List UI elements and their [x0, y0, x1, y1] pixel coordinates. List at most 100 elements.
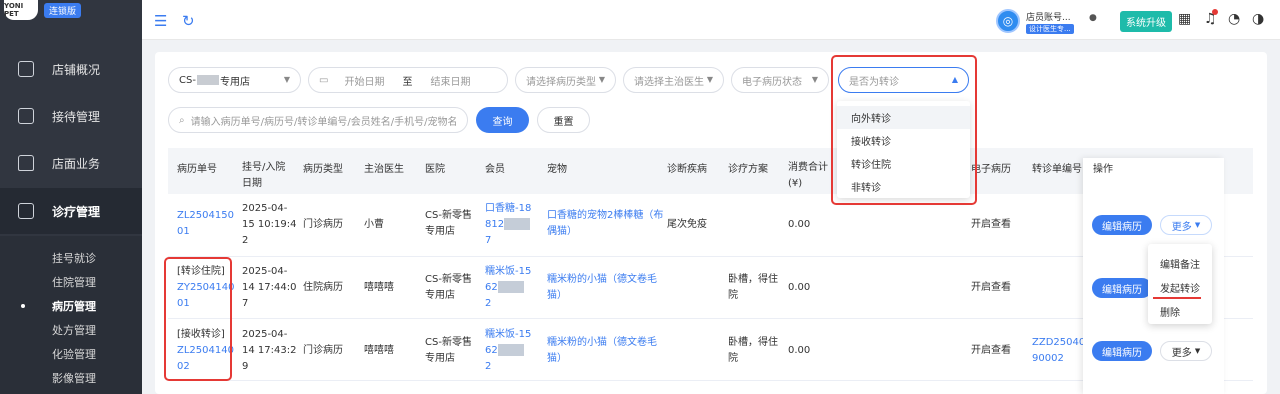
hospital: CS-新零售 专用店 — [425, 210, 472, 237]
chevron-down-icon: ▼ — [598, 75, 605, 84]
chevron-down-icon: ▼ — [706, 75, 713, 84]
edit-note-option[interactable]: 编辑备注 — [1160, 256, 1200, 271]
cost: 0.00 — [788, 282, 811, 293]
diagnosis: 尾次免疫 — [667, 219, 707, 230]
pet-link[interactable]: 口香糖的宠物2棒棒糖（布 偶猫） — [547, 208, 663, 240]
edit-record-button[interactable]: 编辑病历 — [1092, 341, 1152, 361]
more-dropdown: 编辑备注 发起转诊 删除 — [1148, 244, 1212, 324]
calendar-icon[interactable]: ▦ — [1178, 11, 1191, 27]
reset-button[interactable]: 重置 — [537, 107, 590, 133]
upgrade-button[interactable]: 系统升级 — [1120, 11, 1172, 32]
hospital: CS-新零售 专用店 — [425, 337, 472, 364]
e-record-status: 开启查看 — [971, 282, 1011, 293]
menu-store-overview[interactable]: 店铺概况 — [0, 46, 142, 92]
e-record-status-select[interactable]: 电子病历状态 ▼ — [731, 67, 829, 93]
submenu-records[interactable]: 病历管理 — [0, 294, 142, 318]
store-account-name[interactable]: 店员账号... — [1026, 10, 1071, 23]
pet-link[interactable]: 糯米粉的小猫（德文卷毛 猫） — [547, 272, 657, 304]
end-date[interactable]: 结束日期 — [430, 73, 470, 88]
chevron-down-icon: ▼ — [1194, 221, 1201, 229]
submenu-prescription[interactable]: 处方管理 — [0, 318, 142, 342]
notification-dot — [1212, 9, 1218, 15]
transfer-no-link[interactable]: ZZD25040 90002 — [1032, 335, 1085, 367]
more-button[interactable]: 更多 ▼ — [1160, 341, 1212, 361]
cost: 0.00 — [788, 345, 811, 356]
th-doctor: 主治医生 — [364, 164, 404, 175]
menu-label: 诊疗管理 — [52, 204, 101, 219]
treatment-plan: 卧槽，得住院 — [728, 337, 778, 364]
reg-date: 2025-04- 14 17:44:0 7 — [242, 266, 297, 309]
store-avatar[interactable]: ◎ — [996, 9, 1020, 33]
e-record-status: 开启查看 — [971, 219, 1011, 230]
edit-record-button[interactable]: 编辑病历 — [1092, 278, 1152, 298]
menu-label: 接待管理 — [52, 109, 101, 124]
headset-icon[interactable]: ◔ — [1228, 11, 1240, 27]
reception-icon — [18, 108, 34, 124]
th-pet: 宠物 — [547, 164, 567, 175]
refresh-icon[interactable]: ↻ — [182, 12, 195, 30]
record-type: 门诊病历 — [303, 345, 343, 356]
th-member: 会员 — [485, 164, 505, 175]
submenu-registration[interactable]: 挂号就诊 — [0, 246, 142, 270]
home-icon — [18, 155, 34, 171]
delete-option[interactable]: 删除 — [1160, 304, 1180, 319]
help-icon[interactable]: ◑ — [1252, 11, 1264, 27]
masked-phone — [497, 281, 524, 293]
masked-phone — [497, 344, 524, 356]
masked-phone — [504, 218, 531, 230]
chevron-down-icon: ▼ — [1194, 347, 1201, 355]
search-icon: ⌕ — [179, 114, 185, 126]
th-type: 病历类型 — [303, 164, 343, 175]
submenu: 挂号就诊 住院管理 病历管理 处方管理 化验管理 影像管理 — [0, 236, 142, 394]
e-record-status: 开启查看 — [971, 345, 1011, 356]
sidebar: YONI PET 连锁版 店铺概况 接待管理 店面业务 诊疗管理 挂号就诊 住院… — [0, 0, 142, 394]
member-link[interactable]: 糯米饭-15 62 2 — [485, 327, 531, 375]
calendar-icon: ▭ — [319, 74, 329, 86]
monitor-icon — [18, 61, 34, 77]
menu-label: 店面业务 — [52, 156, 101, 171]
doctor-select[interactable]: 请选择主治医生 ▼ — [623, 67, 724, 93]
edit-record-button[interactable]: 编辑病历 — [1092, 215, 1152, 235]
th-e-record: 电子病历 — [971, 164, 1011, 175]
start-date[interactable]: 开始日期 — [344, 73, 384, 88]
chevron-down-icon: ▼ — [283, 75, 290, 84]
highlight-box-transfer-tags — [164, 257, 232, 381]
pet-link[interactable]: 糯米粉的小猫（德文卷毛 猫） — [547, 335, 657, 367]
doctor: 嘻嘻嘻 — [364, 282, 394, 293]
brand-logo: YONI PET — [4, 0, 38, 20]
brand: YONI PET 连锁版 — [0, 0, 82, 20]
menu-label: 店铺概况 — [52, 62, 101, 77]
submenu-lab[interactable]: 化验管理 — [0, 342, 142, 366]
reg-date: 2025-04- 14 17:43:2 9 — [242, 329, 297, 372]
menu-store-business[interactable]: 店面业务 — [0, 140, 142, 186]
menu-clinic[interactable]: 诊疗管理 — [0, 188, 142, 234]
date-range-picker[interactable]: ▭ 开始日期 至 结束日期 — [308, 67, 508, 93]
highlight-underline — [1153, 297, 1201, 299]
search-input[interactable]: ⌕ 请输入病历单号/病历号/转诊单编号/会员姓名/手机号/宠物名 — [168, 107, 468, 133]
member-link[interactable]: 口香糖-18 812 7 — [485, 201, 531, 249]
chevron-down-icon: ▼ — [811, 75, 818, 84]
menu-toggle-icon[interactable]: ☰ — [154, 12, 167, 30]
query-button[interactable]: 查询 — [476, 107, 529, 133]
treatment-plan: 卧槽，得住院 — [728, 274, 778, 301]
reg-date: 2025-04- 15 10:19:4 2 — [242, 203, 297, 246]
record-type-select[interactable]: 请选择病历类型 ▼ — [515, 67, 616, 93]
chevron-down-icon[interactable]: ● — [1089, 13, 1097, 23]
th-reg-date: 挂号/入院 日期 — [242, 162, 286, 189]
member-link[interactable]: 糯米饭-15 62 2 — [485, 264, 531, 312]
initiate-transfer-option[interactable]: 发起转诊 — [1160, 280, 1200, 295]
submenu-inpatient[interactable]: 住院管理 — [0, 270, 142, 294]
th-hospital: 医院 — [425, 164, 445, 175]
store-select[interactable]: CS- 专用店 ▼ — [168, 67, 301, 93]
menu-reception[interactable]: 接待管理 — [0, 93, 142, 139]
store-role-tag: 设计医生专... — [1026, 24, 1074, 34]
th-record-no: 病历单号 — [177, 164, 217, 175]
th-ops: 操作 — [1093, 164, 1113, 175]
th-plan: 诊疗方案 — [728, 164, 768, 175]
doctor: 小曹 — [364, 219, 384, 230]
submenu-imaging[interactable]: 影像管理 — [0, 366, 142, 390]
medical-case-icon — [18, 203, 34, 219]
record-type: 门诊病历 — [303, 219, 343, 230]
record-no-link[interactable]: ZL2504150 01 — [177, 208, 234, 240]
more-button[interactable]: 更多 ▼ — [1160, 215, 1212, 235]
